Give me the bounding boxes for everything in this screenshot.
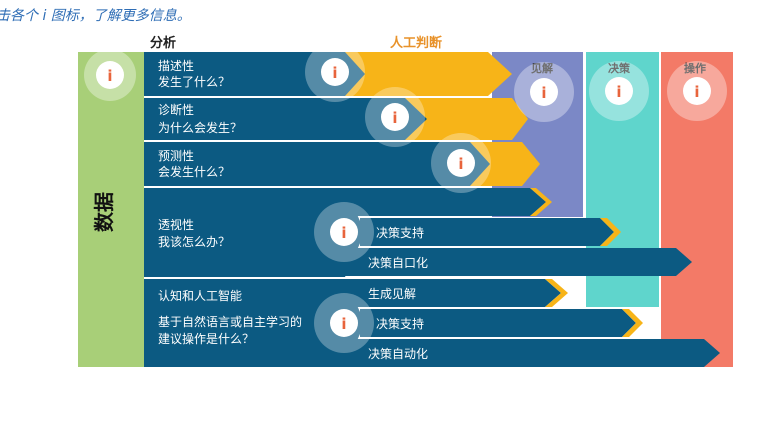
descriptive-title: 描述性	[158, 59, 194, 73]
cognitive-question-line1: 基于自然语言或自主学习的	[158, 314, 302, 329]
intro-text: 击各个 i 图标，了解更多信息。	[0, 8, 191, 24]
diagnostic-title: 诊断性	[158, 102, 194, 117]
info-icon: i	[332, 64, 337, 82]
cognitive-question-line2: 建议操作是什么？	[158, 331, 254, 346]
info-button-cognitive[interactable]: i	[314, 293, 374, 353]
info-button-decision[interactable]: i	[589, 61, 649, 121]
info-icon: i	[458, 155, 463, 173]
decision-automation-label: 决策自动化	[368, 347, 428, 361]
prescriptive-question: 我该怎么办？	[158, 234, 230, 249]
data-label: 数据	[92, 192, 116, 232]
info-button-predictive[interactable]: i	[431, 133, 491, 193]
decision-automation-partial-label: 决策自口化	[368, 256, 428, 270]
info-button-descriptive[interactable]: i	[305, 42, 365, 102]
descriptive-question: 发生了什么？	[158, 74, 230, 89]
info-button-action[interactable]: i	[667, 61, 727, 121]
decision-support-label-2: 决策支持	[376, 316, 424, 331]
predictive-title: 预测性	[158, 149, 194, 163]
human-judgment-header: 人工判断	[390, 35, 442, 51]
diagnostic-question: 为什么会发生？	[158, 120, 242, 135]
info-icon: i	[392, 109, 397, 127]
info-button-insight[interactable]: i	[514, 62, 574, 122]
prescriptive-title: 透视性	[158, 217, 194, 232]
info-icon: i	[616, 83, 621, 101]
decision-support-label: 决策支持	[376, 225, 424, 240]
info-button-prescriptive[interactable]: i	[314, 202, 374, 262]
info-icon: i	[341, 315, 346, 333]
info-icon: i	[341, 224, 346, 242]
predictive-question: 会发生什么？	[158, 164, 230, 179]
prescriptive-arrow-1	[345, 188, 546, 216]
human-judgment-arrow-1	[340, 52, 512, 96]
analysis-header: 分析	[150, 35, 176, 51]
analytics-diagram: 击各个 i 图标，了解更多信息。 分析 人工判断 见解 决策 操作 数据 描述性…	[0, 8, 733, 367]
info-icon: i	[541, 84, 546, 102]
generate-insight-label: 生成见解	[368, 287, 416, 301]
info-icon: i	[107, 67, 112, 85]
cognitive-title: 认知和人工智能	[158, 288, 242, 303]
info-icon: i	[694, 83, 699, 101]
info-button-diagnostic[interactable]: i	[365, 87, 425, 147]
info-button-data[interactable]: i	[84, 49, 136, 101]
